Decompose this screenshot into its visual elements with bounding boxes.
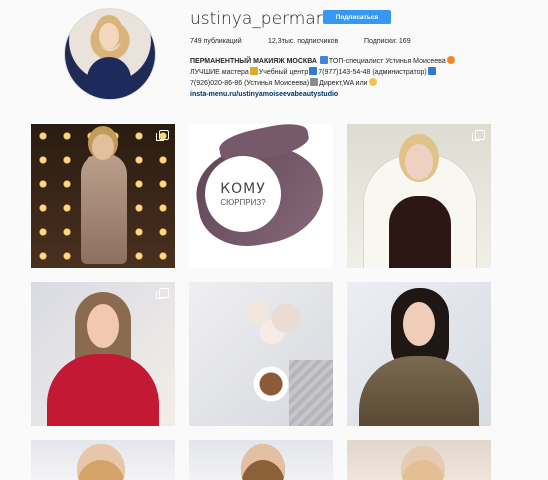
post-image [401,446,445,480]
fire-icon [446,56,455,64]
post-image [47,354,159,426]
post-thumbnail[interactable] [189,440,333,480]
follow-button[interactable]: Подписаться [323,10,391,24]
post-thumbnail[interactable] [31,124,175,268]
post-thumbnail[interactable] [347,282,491,426]
post-image [403,302,435,346]
post-caption-circle: КОМУ СЮРПРИЗ? [207,158,279,230]
post-headline: КОМУ [220,181,266,197]
trophy-icon [249,67,258,75]
phone-icon [309,67,318,75]
bio-line2c: 7(977)143-54-48 (администратор) [318,69,427,76]
phone-icon [427,67,436,75]
post-thumbnail[interactable] [347,124,491,268]
post-image [359,356,479,426]
bio-line2: ЛУЧШИЕ мастера [190,69,249,76]
post-image [253,366,289,402]
post-thumbnail[interactable] [31,282,175,426]
post-image [81,154,127,264]
following-count[interactable]: Подписки: 169 [364,38,411,45]
bio-line2b: Учебный центр [258,69,309,76]
post-image [289,360,333,426]
post-image [237,290,307,346]
inbox-icon [310,78,319,86]
post-image [241,444,285,480]
bio-link[interactable]: insta-menu.ru/ustinyamoiseevabeautystudi… [190,91,338,98]
bio-line1: ТОП-специалист Устинья Моисеева [328,58,446,65]
post-thumbnail[interactable]: КОМУ СЮРПРИЗ? [189,124,333,268]
post-image [87,304,119,348]
post-image [389,196,451,268]
multiple-photos-icon [472,130,485,141]
post-image [405,144,433,180]
avatar-face [99,23,119,49]
multiple-photos-icon [156,288,169,299]
post-thumbnail[interactable] [189,282,333,426]
post-subline: СЮРПРИЗ? [220,198,266,207]
down-arrow-icon [319,56,328,64]
followers-count[interactable]: 12,3тыс. подписчиков [268,38,338,45]
post-image [92,134,114,160]
bio-name: ПЕРМАНЕНТНЫЙ МАКИЯЖ МОСКВА [190,58,317,65]
post-image [77,444,125,480]
post-thumbnail[interactable] [31,440,175,480]
bio-line3b: Директ,WA или [319,80,368,87]
profile-bio: ПЕРМАНЕНТНЫЙ МАКИЯЖ МОСКВА ТОП-специалис… [190,56,495,100]
bio-line3: 7(926)020-86-86 (Устинья Моисеева) [190,80,310,87]
profile-avatar[interactable] [64,8,156,100]
post-thumbnail[interactable] [347,440,491,480]
posts-count[interactable]: 749 публикаций [190,38,242,45]
multiple-photos-icon [156,130,169,141]
avatar-figure [87,57,131,99]
hand-icon [368,78,377,86]
